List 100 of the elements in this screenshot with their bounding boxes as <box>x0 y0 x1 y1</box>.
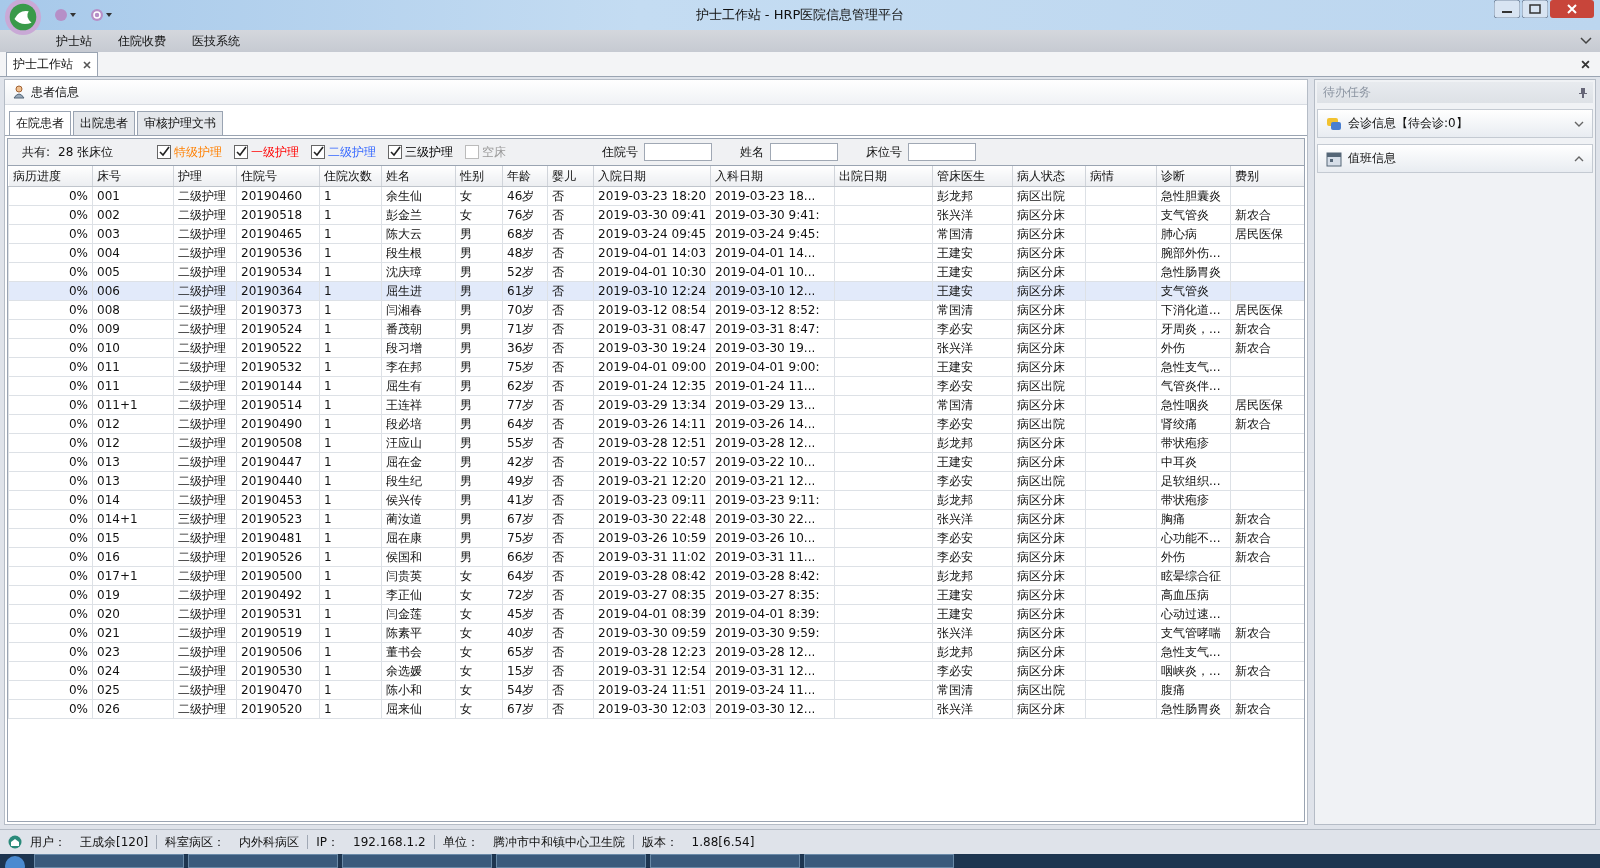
column-header[interactable]: 诊断 <box>1156 166 1231 187</box>
tab[interactable]: 在院患者 <box>9 111 71 135</box>
table-cell: 否 <box>547 699 594 719</box>
column-header[interactable]: 姓名 <box>381 166 456 187</box>
table-cell: 女 <box>455 680 503 700</box>
table-cell: 男 <box>455 452 503 472</box>
table-cell: 20190470 <box>236 680 320 700</box>
table-cell: 高血压病 <box>1156 585 1231 605</box>
table-cell: 2019-03-28 8:42: <box>710 566 835 586</box>
table-cell: 否 <box>547 528 594 548</box>
table-cell: 20190514 <box>236 395 320 415</box>
table-cell: 024 <box>92 661 174 681</box>
table-cell: 2019-03-30 9:59: <box>710 623 835 643</box>
column-header[interactable]: 护理 <box>173 166 237 187</box>
column-header[interactable]: 病情 <box>1085 166 1157 187</box>
table-cell: 病区分床 <box>1012 262 1086 282</box>
input-field[interactable] <box>770 143 839 161</box>
table-cell: 否 <box>547 357 594 377</box>
table-cell: 2019-03-31 12:54 <box>593 661 711 681</box>
table-cell: 1 <box>319 281 382 301</box>
table-cell: 1 <box>319 376 382 396</box>
checkbox[interactable] <box>311 145 326 159</box>
table-cell: 0% <box>8 452 93 472</box>
chevron-up-icon[interactable] <box>1574 155 1584 162</box>
table-cell: 1 <box>319 414 382 434</box>
table-cell: 病区分床 <box>1012 224 1086 244</box>
table-cell: 彭龙邦 <box>932 566 1013 586</box>
table-cell: 0% <box>8 281 93 301</box>
table-cell: 011+1 <box>92 395 174 415</box>
checkbox[interactable] <box>234 145 249 159</box>
column-header[interactable]: 住院号 <box>236 166 320 187</box>
menu-item[interactable]: 医技系统 <box>192 32 240 50</box>
tab[interactable]: 出院患者 <box>73 111 135 135</box>
table-cell: 61岁 <box>502 281 548 301</box>
table-cell: 女 <box>455 604 503 624</box>
circle-icon[interactable] <box>52 8 78 22</box>
panel-section[interactable]: 会诊信息【待会诊:0】 <box>1317 109 1593 138</box>
table-cell: 2019-03-10 12:24 <box>593 281 711 301</box>
pin-icon[interactable] <box>1579 87 1587 98</box>
menu-item[interactable]: 住院收费 <box>118 32 166 50</box>
table-cell: 011 <box>92 357 174 377</box>
column-header[interactable]: 婴儿 <box>547 166 594 187</box>
column-header[interactable]: 性别 <box>455 166 503 187</box>
table-cell: 008 <box>92 300 174 320</box>
table-cell: 026 <box>92 699 174 719</box>
table-cell: 急性肠胃炎 <box>1156 262 1231 282</box>
table-cell: 男 <box>455 281 503 301</box>
input-field[interactable] <box>908 143 977 161</box>
column-header[interactable]: 入院日期 <box>593 166 711 187</box>
document-tab[interactable]: 护士工作站 <box>6 52 98 76</box>
table-cell: 病区分床 <box>1012 490 1086 510</box>
field-label: 住院号 <box>602 143 639 161</box>
app-logo-icon[interactable] <box>4 0 42 36</box>
table-cell: 1 <box>319 604 382 624</box>
table-cell: 男 <box>455 357 503 377</box>
table-cell: 1 <box>319 243 382 263</box>
table-cell: 0% <box>8 395 93 415</box>
table-cell: 0% <box>8 490 93 510</box>
chevron-down-icon[interactable] <box>1580 37 1592 45</box>
tab[interactable]: 审核护理文书 <box>137 111 223 135</box>
table-cell: 余选媛 <box>381 661 456 681</box>
checkbox-label: 空床 <box>482 143 507 161</box>
table-cell: 二级护理 <box>173 319 237 339</box>
table-cell: 36岁 <box>502 338 548 358</box>
input-field[interactable] <box>644 143 713 161</box>
maximize-icon[interactable] <box>1522 0 1548 18</box>
table-cell: 2019-03-30 9:41: <box>710 205 835 225</box>
chevron-down-icon[interactable] <box>1574 120 1584 127</box>
column-header[interactable]: 管床医生 <box>932 166 1013 187</box>
menu-item[interactable]: 护士站 <box>56 32 92 50</box>
minimize-icon[interactable] <box>1494 0 1520 18</box>
table-cell: 0% <box>8 262 93 282</box>
table-cell: 48岁 <box>502 243 548 263</box>
table-cell: 否 <box>547 224 594 244</box>
column-header[interactable]: 床号 <box>92 166 174 187</box>
panel-section[interactable]: 值班信息 <box>1317 144 1593 173</box>
table-cell: 1 <box>319 395 382 415</box>
column-header[interactable]: 出院日期 <box>834 166 933 187</box>
table-cell: 否 <box>547 642 594 662</box>
table-cell: 0% <box>8 414 93 434</box>
table-cell: 病区出院 <box>1012 471 1086 491</box>
close-icon[interactable] <box>1581 59 1590 69</box>
column-header[interactable]: 病人状态 <box>1012 166 1086 187</box>
column-header[interactable]: 年龄 <box>502 166 548 187</box>
close-icon[interactable] <box>83 60 91 69</box>
column-header[interactable]: 入科日期 <box>710 166 835 187</box>
table-cell: 眩晕综合征 <box>1156 566 1231 586</box>
column-header[interactable]: 费别 <box>1230 166 1304 187</box>
table-cell: 0% <box>8 376 93 396</box>
table-cell: 2019-03-24 11:51 <box>593 680 711 700</box>
status-value: 王成余[120] <box>80 833 149 851</box>
table-cell: 025 <box>92 680 174 700</box>
column-header[interactable]: 病历进度 <box>8 166 93 187</box>
table-cell: 20190518 <box>236 205 320 225</box>
table-cell: 020 <box>92 604 174 624</box>
column-header[interactable]: 住院次数 <box>319 166 382 187</box>
checkbox[interactable] <box>157 145 172 159</box>
checkbox[interactable] <box>388 145 403 159</box>
table-cell: 彭龙邦 <box>932 642 1013 662</box>
table-cell: 王建安 <box>932 262 1013 282</box>
